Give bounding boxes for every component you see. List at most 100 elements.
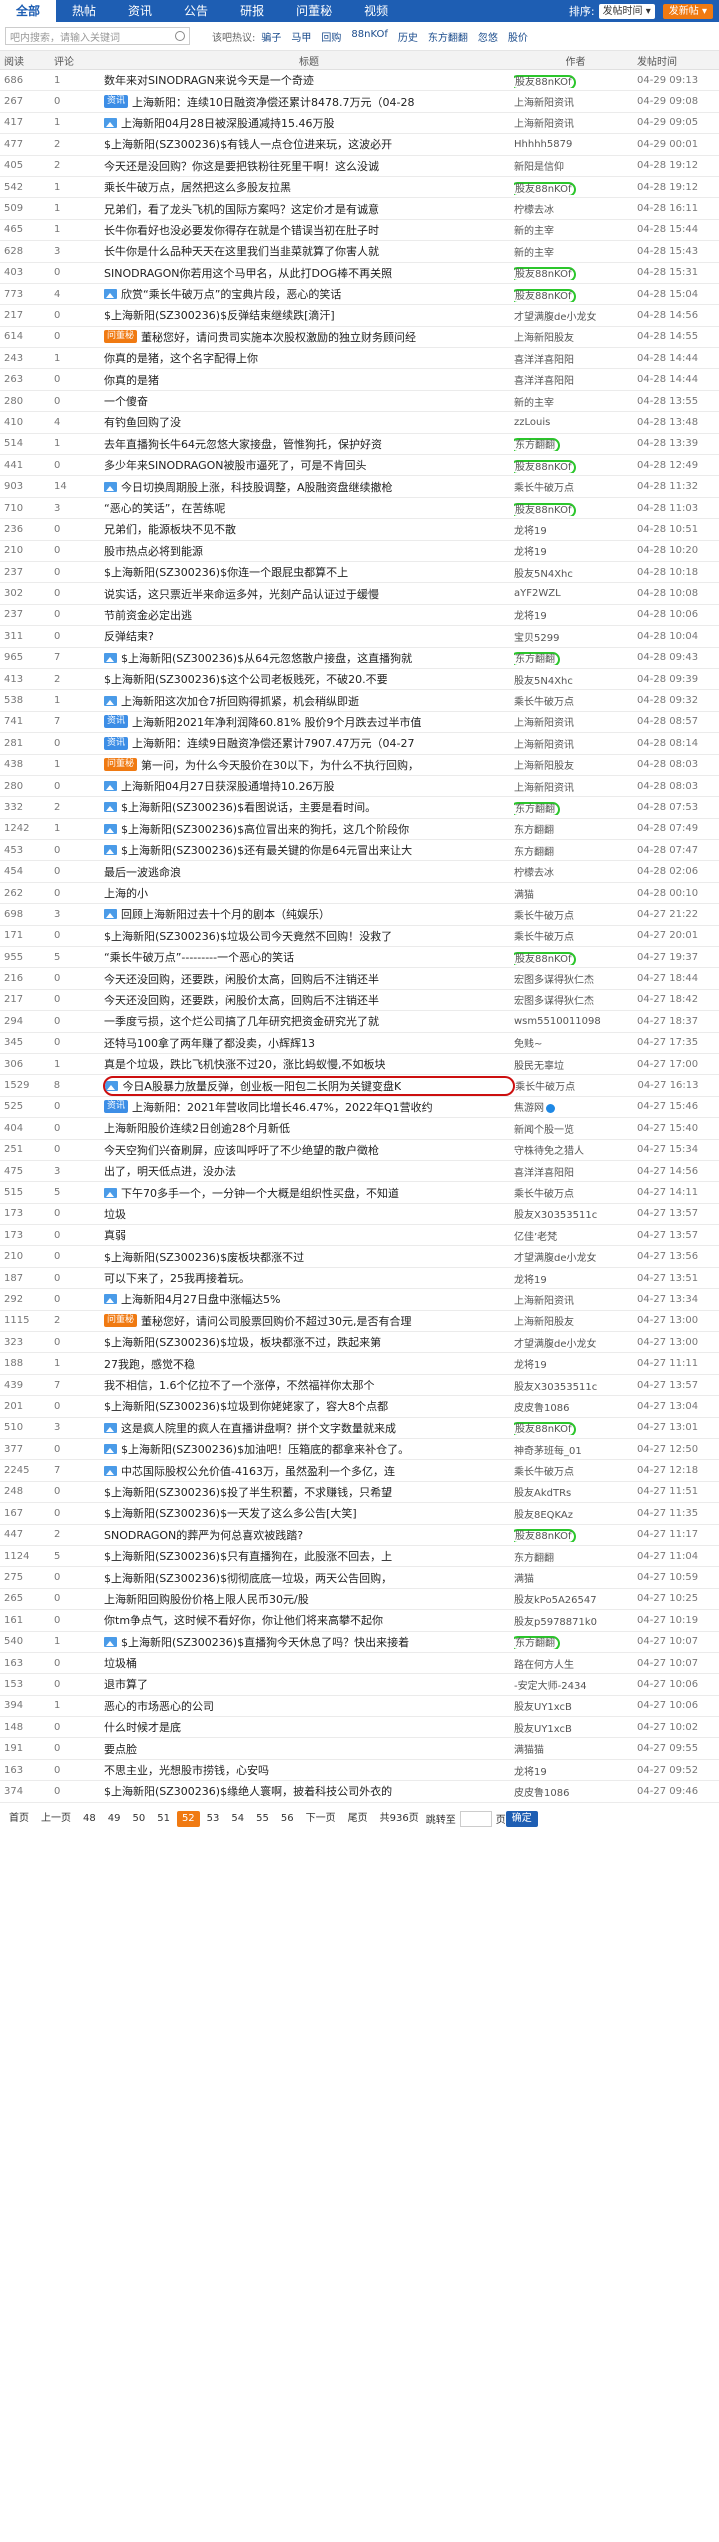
author-link[interactable]: 满猫 — [514, 890, 534, 901]
page-link[interactable]: 52 — [176, 1810, 200, 1827]
table-row[interactable]: 403 0 SINODRAGON你若用这个马甲名，从此打DOG棒不再关照 股友88nK… — [0, 263, 719, 284]
table-row[interactable]: 210 0 股市热点必将到能源 龙将19 04-28 10:20 — [0, 541, 719, 562]
table-row[interactable]: 237 0 $上海新阳(SZ300236)$你连一个跟屁虫都算不上 股友5N4Xhc 0… — [0, 562, 719, 584]
post-title-link[interactable]: 一个傻奋 — [104, 393, 148, 409]
post-title-link[interactable]: $上海新阳(SZ300236)$投了半生积蓄，不求赚钱，只希望 — [104, 1484, 392, 1500]
table-row[interactable]: 453 0 $上海新阳(SZ300236)$还有最关键的你是64元冒出来让大 东方翻翻… — [0, 840, 719, 862]
post-title-link[interactable]: $上海新阳(SZ300236)$你连一个跟屁虫都算不上 — [104, 564, 348, 580]
author-link[interactable]: 股友88nKOf — [514, 267, 577, 281]
table-row[interactable]: 161 0 你tm争点气，这时候不看好你，你让他们将来高攀不起你 股友p5978871… — [0, 1610, 719, 1632]
author-link[interactable]: 新的主宰 — [514, 398, 554, 409]
post-title-link[interactable]: $上海新阳(SZ300236)$垃圾到你姥姥家了，容大8个点都 — [104, 1398, 388, 1414]
post-title-link[interactable]: 上海的小 — [104, 885, 148, 901]
table-row[interactable]: 686 1 数年来对SINODRAGN来说今天是一个奇迹 股友88nKOf 04-29 … — [0, 70, 719, 92]
author-link[interactable]: 东方翻翻 — [514, 1553, 554, 1564]
table-row[interactable]: 163 0 垃圾桶 路在何方人生 04-27 10:07 — [0, 1653, 719, 1675]
author-link[interactable]: 股友88nKOf — [514, 1529, 577, 1543]
post-title-link[interactable]: $上海新阳(SZ300236)$看图说话，主要是看时间。 — [121, 799, 376, 815]
post-title-link[interactable]: “乘长牛破万点”---------一个恶心的笑话 — [104, 949, 294, 965]
author-link[interactable]: 股友88nKOf — [514, 181, 577, 195]
hot-topic-link[interactable]: 回购 — [321, 29, 341, 44]
author-link[interactable]: wsm5510011098 — [514, 1016, 601, 1027]
post-title-link[interactable]: 上海新阳：2021年营收同比增长46.47%，2022年Q1营收约 — [132, 1099, 433, 1115]
post-title-link[interactable]: 第一问，为什么今天股价在30以下，为什么不执行回购， — [141, 757, 419, 773]
table-row[interactable]: 438 1 问董秘 第一问，为什么今天股价在30以下，为什么不执行回购， 上海新阳股友 0… — [0, 755, 719, 776]
post-title-link[interactable]: 今日切换周期股上涨，科技股调整，A股融资盘继续撤枪 — [121, 479, 393, 495]
post-title-link[interactable]: $上海新阳(SZ300236)$直播狗今天休息了吗？快出来接着 — [121, 1634, 409, 1650]
table-row[interactable]: 302 0 说实话，这只票近半来命运多舛，光刻产品认证过于缓慢 aYF2WZL 04-2… — [0, 583, 719, 605]
post-title-link[interactable]: 有钓鱼回购了没 — [104, 414, 181, 430]
table-row[interactable]: 281 0 资讯 上海新阳：连续9日融资净偿还累计7907.47万元（04-27 上海新… — [0, 733, 719, 755]
hot-topic-link[interactable]: 股价 — [508, 29, 528, 44]
post-title-link[interactable]: 下午70多手一个，一分钟一个大概是组织性买盘，不知道 — [121, 1185, 399, 1201]
table-row[interactable]: 275 0 $上海新阳(SZ300236)$彻彻底底一垃圾，两天公告回购， 满猫 04-… — [0, 1567, 719, 1589]
author-link[interactable]: 东方翻翻 — [514, 847, 554, 858]
table-row[interactable]: 514 1 去年直播狗长牛64元忽悠大家接盘，管惟狗托，保护好资 东方翻翻 04-28 … — [0, 434, 719, 456]
author-link[interactable]: 龙将19 — [514, 1275, 547, 1286]
table-row[interactable]: 1242 1 $上海新阳(SZ300236)$高位冒出来的狗托，这几个阶段你 东方翻翻… — [0, 819, 719, 841]
author-link[interactable]: 柠檬去冰 — [514, 205, 554, 216]
author-link[interactable]: 皮皮鲁1086 — [514, 1788, 569, 1799]
post-title-link[interactable]: 真弱 — [104, 1227, 126, 1243]
table-row[interactable]: 323 0 $上海新阳(SZ300236)$垃圾，板块都涨不过，跌起来第 才望满腹de… — [0, 1332, 719, 1354]
post-title-link[interactable]: 股市热点必将到能源 — [104, 543, 203, 559]
post-title-link[interactable]: 兄弟们，看了龙头飞机的国际方案吗？这定价才是有诚意 — [104, 201, 379, 217]
author-link[interactable]: 上海新阳股友 — [514, 1317, 574, 1328]
tab-0[interactable]: 全部 — [0, 0, 57, 22]
table-row[interactable]: 191 0 要点脸 满猫猫 04-27 09:55 — [0, 1738, 719, 1760]
post-title-link[interactable]: 董秘您好，请问贵司实施本次股权激励的独立财务顾问经 — [141, 329, 416, 345]
table-row[interactable]: 542 1 乘长牛破万点，居然把这么多股友拉黑 股友88nKOf 04-28 19:12 — [0, 177, 719, 199]
author-link[interactable]: 东方翻翻 — [514, 1636, 560, 1650]
author-link[interactable]: 上海新阳股友 — [514, 333, 574, 344]
author-link[interactable]: 股友88nKOf — [514, 459, 577, 473]
author-link[interactable]: 股友5N4Xhc — [514, 676, 573, 687]
table-row[interactable]: 171 0 $上海新阳(SZ300236)$垃圾公司今天竟然不回购！没救了 乘长牛破万… — [0, 926, 719, 948]
tab-4[interactable]: 研报 — [224, 0, 280, 22]
hot-topic-link[interactable]: 忽悠 — [478, 29, 498, 44]
post-title-link[interactable]: 可以下来了，25我再接着玩。 — [104, 1270, 250, 1286]
table-row[interactable]: 377 0 $上海新阳(SZ300236)$加油吧！压箱底的都拿来补仓了。 神奇茅班每… — [0, 1439, 719, 1461]
table-row[interactable]: 454 0 最后一波逃命浪 柠檬去冰 04-28 02:06 — [0, 861, 719, 883]
author-link[interactable]: 上海新阳资讯 — [514, 119, 574, 130]
post-title-link[interactable]: 你tm争点气，这时候不看好你，你让他们将来高攀不起你 — [104, 1612, 383, 1628]
author-link[interactable]: 焦游网 — [514, 1103, 544, 1114]
table-row[interactable]: 265 0 上海新阳回购股份价格上限人民币30元/股 股友kPo5A26547 04-2… — [0, 1589, 719, 1611]
author-link[interactable]: 新的主宰 — [514, 226, 554, 237]
table-row[interactable]: 1529 8 今日A股暴力放量反弹，创业板一阳包二长阴为关键变盘K 乘长牛破万点 04-… — [0, 1075, 719, 1097]
author-link[interactable]: 才望满腹de小龙女 — [514, 312, 597, 323]
table-row[interactable]: 475 3 出了，明天低点进，没办法 喜洋洋喜阳阳 04-27 14:56 — [0, 1161, 719, 1183]
tab-3[interactable]: 公告 — [168, 0, 224, 22]
table-row[interactable]: 540 1 $上海新阳(SZ300236)$直播狗今天休息了吗？快出来接着 东方翻翻 0… — [0, 1632, 719, 1653]
table-row[interactable]: 173 0 垃圾 股友X30353511c 04-27 13:57 — [0, 1204, 719, 1226]
post-title-link[interactable]: 什么时候才是底 — [104, 1719, 181, 1735]
author-link[interactable]: 守株待免之猎人 — [514, 1146, 584, 1157]
post-title-link[interactable]: 节前资金必定出逃 — [104, 607, 192, 623]
table-row[interactable]: 201 0 $上海新阳(SZ300236)$垃圾到你姥姥家了，容大8个点都 皮皮鲁10… — [0, 1396, 719, 1418]
table-row[interactable]: 292 0 上海新阳4月27日盘中涨幅达5% 上海新阳资讯 04-27 13:34 — [0, 1289, 719, 1311]
author-link[interactable]: 乘长牛破万点 — [514, 1467, 574, 1478]
author-link[interactable]: 上海新阳资讯 — [514, 1296, 574, 1307]
table-row[interactable]: 698 3 回顾上海新阳过去十个月的剧本（纯娱乐） 乘长牛破万点 04-27 21:22 — [0, 904, 719, 926]
post-title-link[interactable]: “恶心的笑话”，在苦练呢 — [104, 500, 225, 516]
table-row[interactable]: 773 4 欣赏“乘长牛破万点”的宝典片段，恶心的笑话 股友88nKOf 04-28 1… — [0, 284, 719, 306]
table-row[interactable]: 237 0 节前资金必定出逃 龙将19 04-28 10:06 — [0, 605, 719, 627]
post-title-link[interactable]: $上海新阳(SZ300236)$加油吧！压箱底的都拿来补仓了。 — [121, 1441, 409, 1457]
author-link[interactable]: 喜洋洋喜阳阳 — [514, 1168, 574, 1179]
table-row[interactable]: 251 0 今天空狗们兴奋刷屏，应该叫呼吁了不少绝望的散户徵枪 守株待免之猎人 04-2… — [0, 1140, 719, 1161]
post-title-link[interactable]: 欣赏“乘长牛破万点”的宝典片段，恶心的笑话 — [121, 286, 341, 302]
post-title-link[interactable]: $上海新阳(SZ300236)$废板块都涨不过 — [104, 1249, 304, 1265]
author-link[interactable]: 满猫 — [514, 1574, 534, 1585]
author-link[interactable]: 股友kPo5A26547 — [514, 1595, 597, 1606]
page-link[interactable]: 56 — [276, 1811, 299, 1827]
author-link[interactable]: 股友X30353511c — [514, 1210, 597, 1221]
author-link[interactable]: 乘长牛破万点 — [514, 697, 574, 708]
post-title-link[interactable]: 今日A股暴力放量反弹，创业板一阳包二长阴为关键变盘K — [122, 1078, 401, 1094]
jump-ok-button[interactable]: 确定 — [505, 1810, 538, 1827]
table-row[interactable]: 248 0 $上海新阳(SZ300236)$投了半生积蓄，不求赚钱，只希望 股友Akd… — [0, 1482, 719, 1504]
author-link[interactable]: zzLouis — [514, 417, 550, 428]
post-title-link[interactable]: $上海新阳(SZ300236)$垃圾，板块都涨不过，跌起来第 — [104, 1334, 381, 1350]
table-row[interactable]: 413 2 $上海新阳(SZ300236)$这个公司老板贱死，不破20.不要 股友5N… — [0, 669, 719, 691]
post-title-link[interactable]: 长牛你是什么品种天天在这里我们当韭菜就算了你害人就 — [104, 243, 379, 259]
post-title-link[interactable]: 长牛你看好也没必要发你得存在就是个错误当初在肚子时 — [104, 222, 379, 238]
author-link[interactable]: 股友88nKOf — [514, 502, 577, 516]
